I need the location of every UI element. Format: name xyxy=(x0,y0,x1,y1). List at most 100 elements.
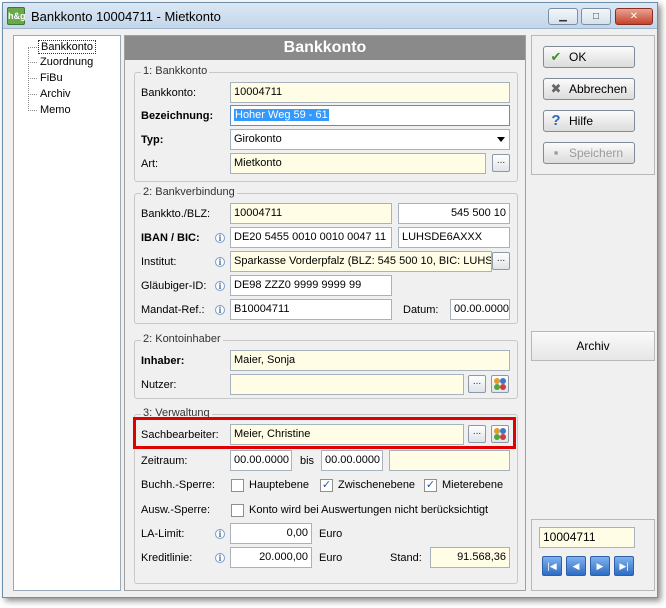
cancel-icon: ✖ xyxy=(550,81,562,96)
tree-connector xyxy=(28,110,37,111)
mieterebene-checkbox[interactable]: ✓ xyxy=(424,479,437,492)
dialog-window: h&g Bankkonto 10004711 - Mietkonto ▁ □ ✕… xyxy=(2,2,658,598)
navigation-tree: Bankkonto Zuordnung FiBu Archiv Memo xyxy=(13,35,121,591)
zeitraum-extra-field[interactable] xyxy=(389,450,510,471)
datum-label: Datum: xyxy=(403,304,439,316)
tree-connector xyxy=(28,78,37,79)
last-record-icon[interactable]: ▶| xyxy=(614,556,634,576)
prev-record-icon[interactable]: ◀ xyxy=(566,556,586,576)
window-title: Bankkonto 10004711 - Mietkonto xyxy=(31,9,221,24)
art-label: Art: xyxy=(141,158,159,170)
bic-field[interactable]: LUHSDE6AXXX xyxy=(398,227,510,248)
ok-label: OK xyxy=(569,50,587,64)
minimize-button[interactable]: ▁ xyxy=(548,8,578,25)
form-panel: Bankkonto 1: Bankkonto Bankkonto: 100047… xyxy=(124,35,526,591)
hilfe-label: Hilfe xyxy=(569,114,594,128)
info-icon[interactable]: i xyxy=(215,257,225,267)
mieterebene-label: Mieterebene xyxy=(442,479,504,491)
record-navigator: 10004711 |◀ ◀ ▶ ▶| xyxy=(531,519,655,591)
zwischenebene-checkbox[interactable]: ✓ xyxy=(320,479,333,492)
chevron-down-icon xyxy=(497,137,505,142)
inhaber-label: Inhaber: xyxy=(141,355,185,367)
zeitraum-label: Zeitraum: xyxy=(141,455,188,467)
tree-item-zuordnung[interactable]: Zuordnung xyxy=(38,56,95,68)
datum-field[interactable]: 00.00.0000 xyxy=(450,299,510,320)
bankkonto-field[interactable]: 10004711 xyxy=(230,82,510,103)
info-icon[interactable]: i xyxy=(215,233,225,243)
archiv-button[interactable]: Archiv xyxy=(531,331,655,361)
bezeichnung-selected-text: Hoher Weg 59 - 61 xyxy=(234,109,329,121)
section-bankkonto: 1: Bankkonto Bankkonto: 10004711 Bezeich… xyxy=(134,65,518,182)
zwischenebene-label: Zwischenebene xyxy=(338,479,416,491)
tree-item-fibu[interactable]: FiBu xyxy=(38,72,65,84)
info-icon[interactable]: i xyxy=(215,529,225,539)
tree-item-memo[interactable]: Memo xyxy=(38,104,73,116)
info-icon[interactable]: i xyxy=(215,305,225,315)
nutzer-label: Nutzer: xyxy=(141,379,177,391)
section-kontoinhaber: 2: Kontoinhaber Inhaber: Maier, Sonja Nu… xyxy=(134,333,518,399)
speichern-label: Speichern xyxy=(569,146,624,160)
buchh-sperre-label: Buchh.-Sperre: xyxy=(141,479,215,491)
bezeichnung-label: Bezeichnung: xyxy=(141,110,214,122)
tree-item-bankkonto[interactable]: Bankkonto xyxy=(38,40,96,54)
tree-connector xyxy=(28,94,37,95)
section-title: 1: Bankkonto xyxy=(141,65,210,77)
institut-field[interactable]: Sparkasse Vorderpfalz (BLZ: 545 500 10, … xyxy=(230,251,492,272)
nutzer-people-icon[interactable] xyxy=(491,375,509,393)
art-field[interactable]: Mietkonto xyxy=(230,153,486,174)
nutzer-field[interactable] xyxy=(230,374,464,395)
hilfe-button[interactable]: ? Hilfe xyxy=(543,110,635,132)
checkmark-icon: ✔ xyxy=(550,49,562,64)
action-panel: ✔ OK ✖ Abbrechen ? Hilfe ▪ Speichern xyxy=(531,35,655,175)
hauptebene-checkbox[interactable] xyxy=(231,479,244,492)
app-icon: h&g xyxy=(7,7,26,25)
maximize-button[interactable]: □ xyxy=(581,8,611,25)
euro-label: Euro xyxy=(319,552,343,564)
ausw-sperre-checkbox[interactable] xyxy=(231,504,244,517)
close-button[interactable]: ✕ xyxy=(615,8,653,25)
zeitraum-from-field[interactable]: 00.00.0000 xyxy=(230,450,292,471)
tree-connector xyxy=(28,47,37,48)
abbrechen-button[interactable]: ✖ Abbrechen xyxy=(543,78,635,100)
tree-connector xyxy=(28,62,37,63)
ausw-sperre-checkbox-label: Konto wird bei Auswertungen nicht berück… xyxy=(249,504,489,516)
iban-bic-label: IBAN / BIC: xyxy=(141,232,200,244)
tree-item-archiv[interactable]: Archiv xyxy=(38,88,73,100)
la-limit-field[interactable]: 0,00 xyxy=(230,523,312,544)
zeitraum-to-field[interactable]: 00.00.0000 xyxy=(321,450,383,471)
euro-label: Euro xyxy=(319,528,343,540)
bankkto-field[interactable]: 10004711 xyxy=(230,203,392,224)
kreditlinie-label: Kreditlinie: xyxy=(141,552,193,564)
title-bar[interactable]: h&g Bankkonto 10004711 - Mietkonto ▁ □ ✕ xyxy=(3,3,657,29)
institut-label: Institut: xyxy=(141,256,177,268)
stand-field: 91.568,36 xyxy=(430,547,510,568)
next-record-icon[interactable]: ▶ xyxy=(590,556,610,576)
inhaber-field[interactable]: Maier, Sonja xyxy=(230,350,510,371)
speichern-button[interactable]: ▪ Speichern xyxy=(543,142,635,164)
art-browse-button[interactable]: ... xyxy=(492,154,510,172)
section-title: 2: Bankverbindung xyxy=(141,186,237,198)
kreditlinie-field[interactable]: 20.000,00 xyxy=(230,547,312,568)
stand-label: Stand: xyxy=(390,552,422,564)
person-dot xyxy=(500,384,506,390)
institut-browse-button[interactable]: ... xyxy=(492,252,510,270)
abbrechen-label: Abbrechen xyxy=(569,82,628,96)
info-icon[interactable]: i xyxy=(215,281,225,291)
record-field[interactable]: 10004711 xyxy=(539,527,635,548)
typ-selected-value: Girokonto xyxy=(234,133,282,145)
section-title: 2: Kontoinhaber xyxy=(141,333,223,345)
la-limit-label: LA-Limit: xyxy=(141,528,185,540)
typ-select[interactable]: Girokonto xyxy=(230,129,510,150)
glaeubiger-id-field[interactable]: DE98 ZZZ0 9999 9999 99 xyxy=(230,275,392,296)
first-record-icon[interactable]: |◀ xyxy=(542,556,562,576)
bankkonto-label: Bankkonto: xyxy=(141,87,197,99)
mandat-ref-field[interactable]: B10004711 xyxy=(230,299,392,320)
iban-field[interactable]: DE20 5455 0010 0010 0047 11 xyxy=(230,227,392,248)
bezeichnung-field[interactable]: Hoher Weg 59 - 61 xyxy=(230,105,510,126)
blz-field[interactable]: 545 500 10 xyxy=(398,203,510,224)
save-icon: ▪ xyxy=(553,145,559,160)
nutzer-browse-button[interactable]: ... xyxy=(468,375,486,393)
ok-button[interactable]: ✔ OK xyxy=(543,46,635,68)
info-icon[interactable]: i xyxy=(215,553,225,563)
typ-label: Typ: xyxy=(141,134,164,146)
